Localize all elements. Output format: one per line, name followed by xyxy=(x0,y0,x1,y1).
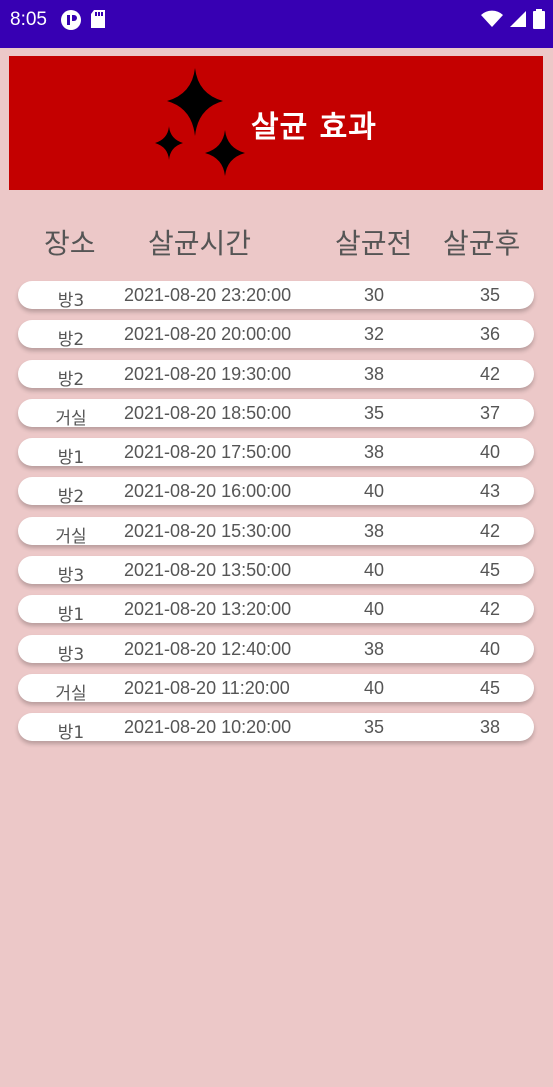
row-place: 방2 xyxy=(57,487,85,508)
row-place: 거실 xyxy=(55,683,87,704)
row-before: 38 xyxy=(363,363,385,384)
row-time: 2021-08-20 13:20:00 xyxy=(124,599,292,620)
row-time: 2021-08-20 15:30:00 xyxy=(124,520,292,541)
table-row[interactable]: 거실 2021-08-20 11:20:00 40 45 xyxy=(18,673,534,704)
record-list: 방3 2021-08-20 23:20:00 30 35 방2 2021-08-… xyxy=(18,281,534,753)
row-time: 2021-08-20 11:20:00 xyxy=(124,677,290,698)
table-row[interactable]: 방1 2021-08-20 13:20:00 40 42 xyxy=(18,595,534,626)
row-place: 거실 xyxy=(55,408,87,429)
row-after: 40 xyxy=(479,442,501,463)
table-row[interactable]: 방3 2021-08-20 23:20:00 30 35 xyxy=(18,281,534,311)
header-after: 살균후 xyxy=(443,227,521,260)
row-before: 35 xyxy=(363,402,385,423)
signal-icon xyxy=(509,10,527,28)
header-time: 살균시간 xyxy=(148,227,252,260)
row-before: 40 xyxy=(363,599,385,620)
table-row[interactable]: 방3 2021-08-20 13:50:00 40 45 xyxy=(18,556,534,587)
pause-circle-icon xyxy=(60,9,82,31)
header-place: 장소 xyxy=(44,227,96,260)
row-after: 42 xyxy=(479,363,501,384)
row-place: 방3 xyxy=(57,644,85,665)
row-time: 2021-08-20 10:20:00 xyxy=(124,717,292,738)
row-time: 2021-08-20 23:20:00 xyxy=(124,285,292,305)
banner-title: 살균 효과 xyxy=(251,110,377,145)
table-row[interactable]: 방3 2021-08-20 12:40:00 38 40 xyxy=(18,634,534,665)
row-time: 2021-08-20 20:00:00 xyxy=(124,324,292,345)
row-time: 2021-08-20 16:00:00 xyxy=(124,481,292,502)
row-after: 35 xyxy=(479,285,501,305)
row-before: 32 xyxy=(363,324,385,345)
table-row[interactable]: 방1 2021-08-20 17:50:00 38 40 xyxy=(18,438,534,469)
battery-icon xyxy=(533,9,545,29)
status-time: 8:05 xyxy=(10,9,47,30)
row-place: 방3 xyxy=(57,291,85,311)
row-before: 38 xyxy=(363,520,385,541)
wifi-icon xyxy=(481,10,503,28)
row-after: 40 xyxy=(479,638,501,659)
row-before: 38 xyxy=(363,638,385,659)
table-row[interactable]: 방2 2021-08-20 20:00:00 32 36 xyxy=(18,320,534,351)
row-time: 2021-08-20 12:40:00 xyxy=(124,638,292,659)
row-place: 방1 xyxy=(57,605,85,626)
row-before: 38 xyxy=(363,442,385,463)
row-before: 35 xyxy=(363,717,385,738)
row-place: 방1 xyxy=(57,723,85,744)
table-row[interactable]: 방2 2021-08-20 19:30:00 38 42 xyxy=(18,359,534,390)
row-before: 30 xyxy=(363,285,385,305)
row-after: 37 xyxy=(479,402,501,423)
row-place: 거실 xyxy=(55,526,87,547)
sparkles-icon xyxy=(155,68,247,180)
table-row[interactable]: 거실 2021-08-20 15:30:00 38 42 xyxy=(18,516,534,547)
header-before: 살균전 xyxy=(335,227,413,260)
status-bar: 8:05 xyxy=(0,0,553,48)
row-time: 2021-08-20 17:50:00 xyxy=(124,442,292,463)
row-before: 40 xyxy=(363,481,385,502)
row-after: 36 xyxy=(479,324,501,345)
row-time: 2021-08-20 13:50:00 xyxy=(124,560,292,581)
table-row[interactable]: 방2 2021-08-20 16:00:00 40 43 xyxy=(18,477,534,508)
table-row[interactable]: 거실 2021-08-20 18:50:00 35 37 xyxy=(18,398,534,429)
row-after: 45 xyxy=(479,560,501,581)
row-time: 2021-08-20 19:30:00 xyxy=(124,363,292,384)
sd-card-icon xyxy=(90,9,106,31)
row-after: 45 xyxy=(479,677,501,698)
table-row[interactable]: 방1 2021-08-20 10:20:00 35 38 xyxy=(18,713,534,744)
row-after: 42 xyxy=(479,599,501,620)
row-place: 방2 xyxy=(57,369,85,390)
row-after: 42 xyxy=(479,520,501,541)
row-time: 2021-08-20 18:50:00 xyxy=(124,402,292,423)
row-before: 40 xyxy=(363,560,385,581)
header-banner: 살균 효과 xyxy=(9,56,543,190)
row-after: 43 xyxy=(479,481,501,502)
table-header: 장소 살균시간 살균전 살균후 xyxy=(0,222,553,266)
row-place: 방3 xyxy=(57,566,85,587)
row-before: 40 xyxy=(363,677,385,698)
row-place: 방2 xyxy=(57,330,85,351)
row-after: 38 xyxy=(479,717,501,738)
row-place: 방1 xyxy=(57,448,85,469)
